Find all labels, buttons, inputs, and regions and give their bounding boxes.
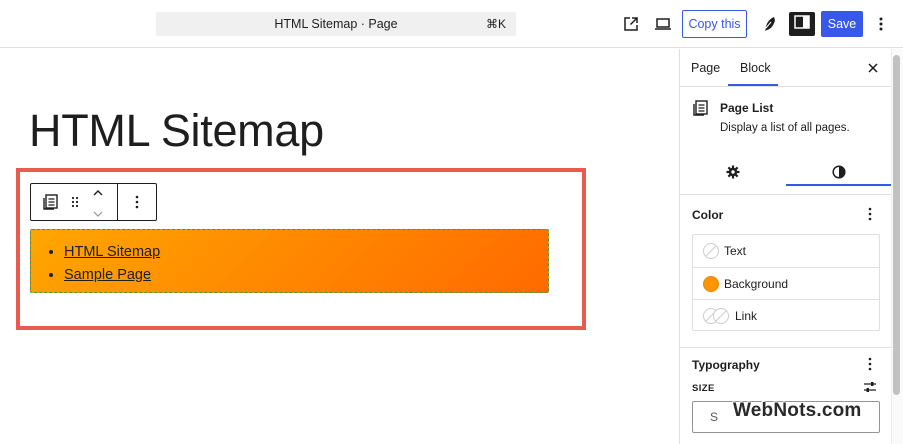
styles-icon[interactable] [758,12,782,36]
options-menu-icon[interactable] [871,12,891,36]
size-label: SIZE [692,383,715,394]
page-title[interactable]: HTML Sitemap [29,105,324,157]
drag-handle-icon[interactable] [67,184,83,220]
typography-options-icon[interactable] [862,355,878,373]
color-item-link[interactable]: Link [693,299,879,331]
block-toolbar [30,183,157,221]
page-link[interactable]: Sample Page [64,267,151,283]
empty-swatch-icon [703,243,719,259]
page-list: HTML Sitemap Sample Page [64,241,160,287]
color-panel-title: Color [692,208,724,222]
page-link[interactable]: HTML Sitemap [64,244,160,260]
document-title: HTML Sitemap · Page [274,17,398,31]
settings-toggle-button[interactable] [789,12,815,36]
editor-canvas: HTML Sitemap HTML Sitemap Sample Page [0,49,679,444]
link-swatches-icon [703,308,729,324]
settings-subtab[interactable] [680,155,786,193]
custom-size-icon[interactable] [863,380,877,394]
page-list-block-icon[interactable] [37,184,65,220]
panel-divider [680,347,892,348]
color-settings-list: Text Background Link [692,234,880,331]
block-name: Page List [720,101,774,115]
scrollbar-thumb[interactable] [893,55,900,395]
close-icon[interactable] [864,59,882,77]
size-option[interactable]: S [710,402,718,432]
contrast-icon [832,164,846,184]
typography-panel-title: Typography [692,358,760,372]
command-shortcut: ⌘K [485,17,506,31]
orange-swatch-icon [703,276,719,292]
settings-sidebar: Page Block Page List Display a list of a… [679,49,892,444]
block-description: Display a list of all pages. [720,122,850,134]
color-options-icon[interactable] [862,205,878,223]
view-page-icon[interactable] [619,12,643,36]
color-item-text[interactable]: Text [693,235,879,267]
page-list-icon [692,99,710,117]
command-palette-button[interactable]: HTML Sitemap · Page ⌘K [156,12,516,36]
tab-page[interactable]: Page [691,49,720,87]
editor-top-bar: HTML Sitemap · Page ⌘K Copy this Save [0,0,903,48]
chevron-up-icon[interactable] [93,183,103,201]
color-item-label: Text [724,244,747,258]
sidebar-tabs: Page Block [680,49,892,87]
block-card: Page List Display a list of all pages. [680,87,892,195]
tab-block[interactable]: Block [740,49,771,87]
active-subtab-indicator [786,184,892,186]
move-block-control [87,184,109,220]
gear-icon [726,165,740,184]
watermark: WebNots.com [733,400,862,421]
chevron-down-icon[interactable] [93,204,103,222]
styles-subtab[interactable] [786,155,892,193]
color-item-label: Link [735,309,758,323]
block-options-icon[interactable] [121,184,153,220]
toolbar-divider [117,184,118,220]
color-item-background[interactable]: Background [693,267,879,299]
active-tab-indicator [728,84,778,86]
save-button[interactable]: Save [821,11,863,37]
page-list-block[interactable]: HTML Sitemap Sample Page [30,229,549,293]
color-item-label: Background [724,277,789,291]
device-preview-icon[interactable] [651,12,675,36]
copy-this-button[interactable]: Copy this [682,10,747,38]
list-item: Sample Page [64,264,160,287]
sidebar-icon [794,14,810,34]
list-item: HTML Sitemap [64,241,160,264]
